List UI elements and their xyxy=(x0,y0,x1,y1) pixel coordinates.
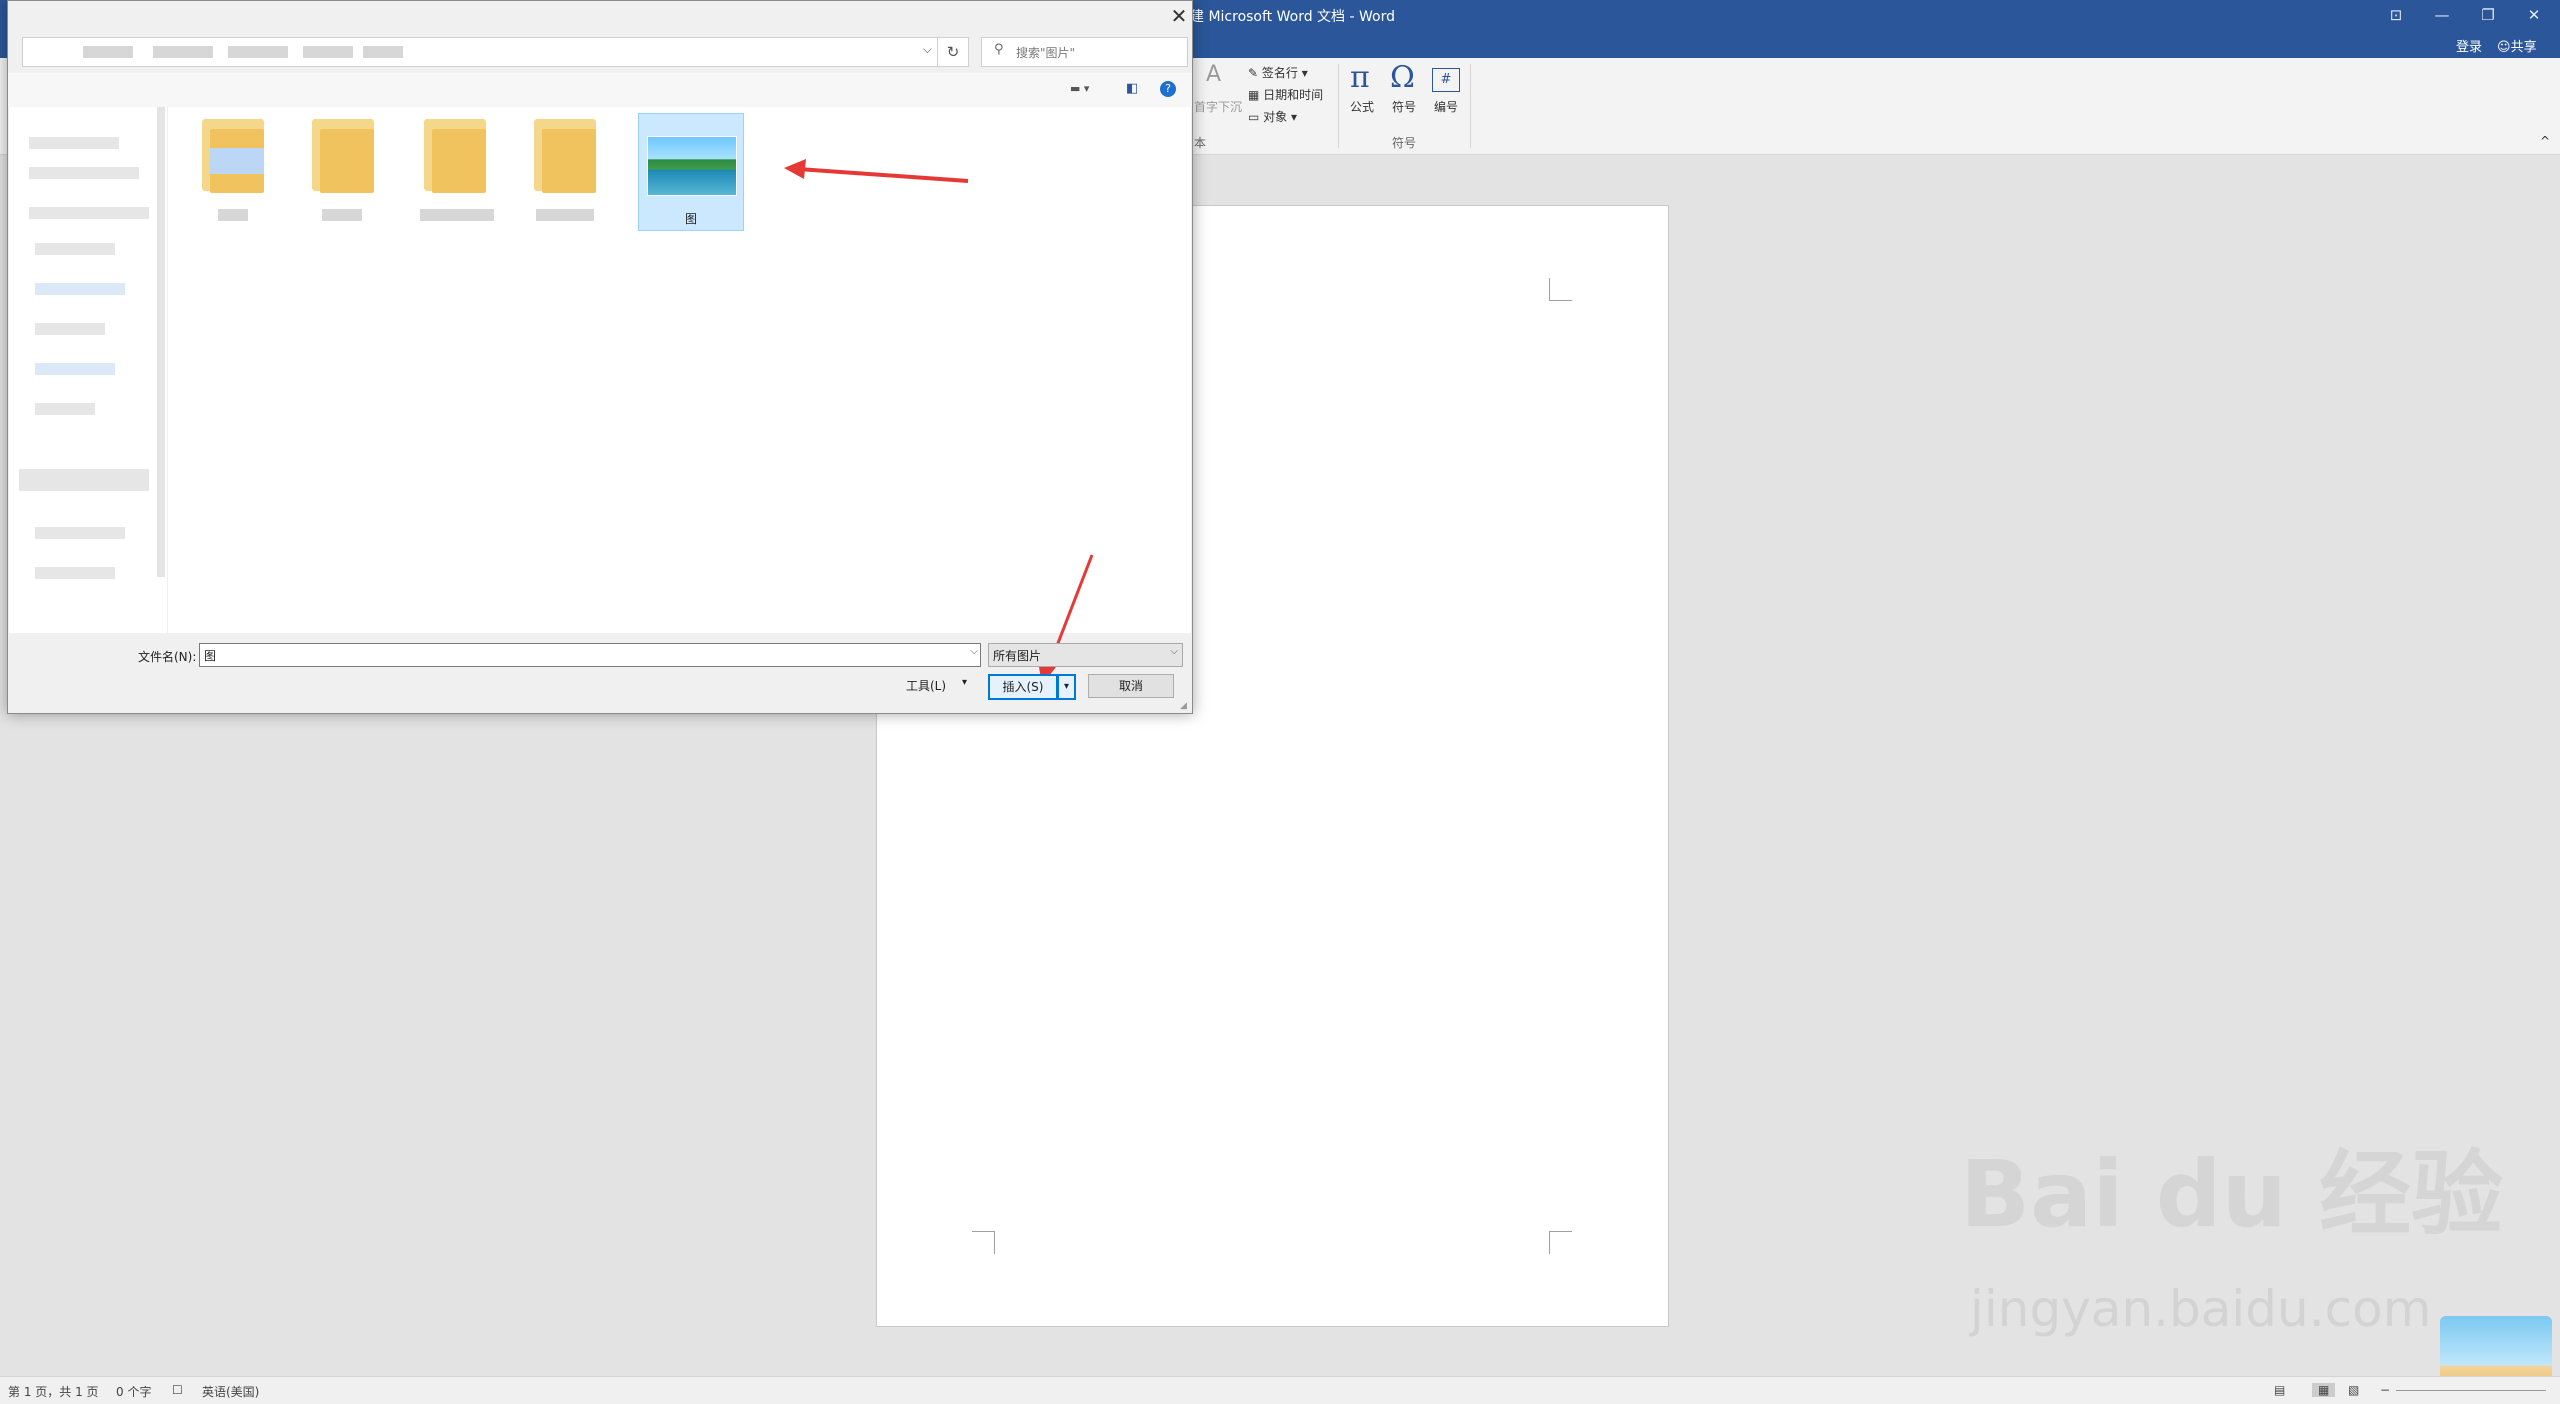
calendar-icon: ▦ xyxy=(1248,88,1260,102)
web-layout-icon[interactable]: ▧ xyxy=(2348,1383,2359,1397)
nav-item-blurred[interactable] xyxy=(35,567,115,579)
chevron-down-icon[interactable]: ⌵ xyxy=(1170,646,1178,657)
breadcrumb-blurred[interactable] xyxy=(153,46,213,58)
breadcrumb-blurred[interactable] xyxy=(303,46,353,58)
refresh-icon[interactable]: ↻ xyxy=(937,37,969,67)
dialog-toolbar: ▬ ▾ ◧ ? xyxy=(8,73,1192,107)
object-icon: ▭ xyxy=(1248,110,1260,124)
nav-scrollbar[interactable] xyxy=(157,107,165,577)
file-type-value: 所有图片 xyxy=(993,649,1042,663)
insert-picture-dialog: ✕ ← ⌵ ↻ ⚲ 搜索"图片" ▬ ▾ ◧ ? xyxy=(7,0,1193,714)
minimize-button[interactable]: — xyxy=(2422,2,2462,28)
zoom-out-icon[interactable]: − xyxy=(2380,1383,2390,1397)
nav-item-blurred[interactable] xyxy=(35,403,95,415)
view-options-icon[interactable]: ▬ ▾ xyxy=(1070,82,1089,95)
breadcrumb-blurred[interactable] xyxy=(83,46,133,58)
folder-icon[interactable] xyxy=(198,115,268,221)
image-file-label: 图 xyxy=(684,212,697,226)
formula-label[interactable]: 公式 xyxy=(1350,98,1374,115)
breadcrumb-blurred[interactable] xyxy=(363,46,403,58)
address-bar[interactable]: ⌵ xyxy=(22,37,939,67)
signature-icon: ✎ xyxy=(1248,66,1259,80)
red-annotation-arrow xyxy=(1038,554,1094,685)
read-mode-icon[interactable]: ▤ xyxy=(2274,1383,2285,1397)
ribbon-divider xyxy=(1470,64,1471,148)
nav-item-blurred[interactable] xyxy=(35,283,125,295)
login-link[interactable]: 登录 xyxy=(2456,36,2482,55)
baidu-watermark-url: jingyan.baidu.com xyxy=(1970,1280,2432,1338)
folder-icon[interactable] xyxy=(420,115,494,221)
signature-line-button[interactable]: ✎ 签名行 ▾ xyxy=(1248,64,1308,81)
collapse-ribbon-icon[interactable]: ^ xyxy=(2540,134,2550,148)
text-group-label: 本 xyxy=(1194,136,1207,150)
tools-dropdown-icon[interactable]: ▾ xyxy=(962,677,967,688)
help-icon[interactable]: ? xyxy=(1160,81,1176,97)
selected-image-file[interactable]: 图 xyxy=(638,113,744,231)
nav-item-blurred[interactable] xyxy=(35,243,115,255)
nav-item-blurred[interactable] xyxy=(35,527,125,539)
preview-pane-icon[interactable]: ◧ xyxy=(1126,81,1138,96)
formula-icon[interactable]: π xyxy=(1350,60,1370,95)
chevron-down-icon[interactable]: ⌵ xyxy=(970,646,978,657)
file-name-label: 文件名(N): xyxy=(138,650,197,664)
share-button[interactable]: ☺共享 xyxy=(2497,36,2537,55)
resize-grip-icon[interactable]: ◢ xyxy=(1180,701,1187,711)
symbol-icon[interactable]: Ω xyxy=(1390,60,1415,95)
search-placeholder: 搜索"图片" xyxy=(1016,46,1076,60)
proofing-icon[interactable]: ☐ xyxy=(172,1383,183,1397)
nav-item-blurred[interactable] xyxy=(29,137,119,149)
folder-icon[interactable] xyxy=(308,115,378,221)
signature-line-label: 签名行 xyxy=(1261,66,1298,80)
dropcap-icon[interactable]: A xyxy=(1206,62,1221,87)
file-name-input[interactable]: 图 ⌵ xyxy=(199,643,981,667)
share-label: 共享 xyxy=(2510,40,2537,55)
breadcrumb-blurred[interactable] xyxy=(228,46,288,58)
nav-item-blurred[interactable] xyxy=(35,363,115,375)
number-label[interactable]: 编号 xyxy=(1434,98,1458,115)
nav-item-blurred[interactable] xyxy=(29,207,149,219)
page-count[interactable]: 第 1 页，共 1 页 xyxy=(8,1383,99,1400)
page-corner-mark xyxy=(1549,278,1572,301)
date-time-label: 日期和时间 xyxy=(1263,88,1324,102)
navigation-pane[interactable] xyxy=(9,107,167,633)
insert-options-icon[interactable]: ▾ xyxy=(1057,674,1076,700)
print-layout-icon[interactable]: ▦ xyxy=(2312,1383,2336,1397)
close-icon[interactable]: ✕ xyxy=(1166,3,1192,29)
number-icon[interactable]: # xyxy=(1432,68,1460,92)
insert-button[interactable]: 插入(S) xyxy=(988,674,1058,700)
file-type-select[interactable]: 所有图片 ⌵ xyxy=(988,643,1183,667)
dropcap-label[interactable]: 首字下沉 xyxy=(1194,98,1242,115)
restore-button[interactable]: ❐ xyxy=(2468,2,2508,28)
language-indicator[interactable]: 英语(美国) xyxy=(202,1383,259,1400)
object-label: 对象 xyxy=(1263,110,1288,124)
baidu-watermark-logo: Bai du 经验 xyxy=(1960,1141,2504,1248)
file-name-value: 图 xyxy=(204,649,217,663)
page-corner-mark xyxy=(972,1231,995,1254)
chevron-down-icon[interactable]: ⌵ xyxy=(923,42,932,57)
symbols-group-label: 符号 xyxy=(1392,136,1417,150)
close-word-button[interactable]: ✕ xyxy=(2514,2,2554,28)
window-title: 建 Microsoft Word 文档 - Word xyxy=(1190,9,1395,25)
landscape-thumbnail xyxy=(647,136,737,196)
ribbon-display-options-icon[interactable]: ⊡ xyxy=(2376,2,2416,28)
status-bar: 第 1 页，共 1 页 0 个字 ☐ 英语(美国) ▤ ▦ ▧ − xyxy=(0,1376,2560,1404)
page-corner-mark xyxy=(1549,1231,1572,1254)
symbol-label[interactable]: 符号 xyxy=(1392,98,1416,115)
cancel-button[interactable]: 取消 xyxy=(1088,674,1174,698)
word-count[interactable]: 0 个字 xyxy=(116,1383,151,1400)
search-box[interactable]: ⚲ 搜索"图片" xyxy=(981,37,1188,67)
red-annotation-arrow xyxy=(784,159,969,183)
search-icon: ⚲ xyxy=(994,42,1004,57)
nav-item-blurred[interactable] xyxy=(29,167,139,179)
object-button[interactable]: ▭ 对象 ▾ xyxy=(1248,108,1297,125)
tools-button[interactable]: 工具(L) xyxy=(906,677,946,694)
ribbon-divider xyxy=(1338,64,1339,148)
nav-item-blurred[interactable] xyxy=(35,323,105,335)
zoom-slider[interactable] xyxy=(2396,1390,2546,1391)
date-time-button[interactable]: ▦ 日期和时间 xyxy=(1248,86,1323,103)
person-icon: ☺ xyxy=(2497,40,2511,55)
folder-icon[interactable] xyxy=(530,115,600,221)
nav-item-blurred[interactable] xyxy=(19,469,149,491)
